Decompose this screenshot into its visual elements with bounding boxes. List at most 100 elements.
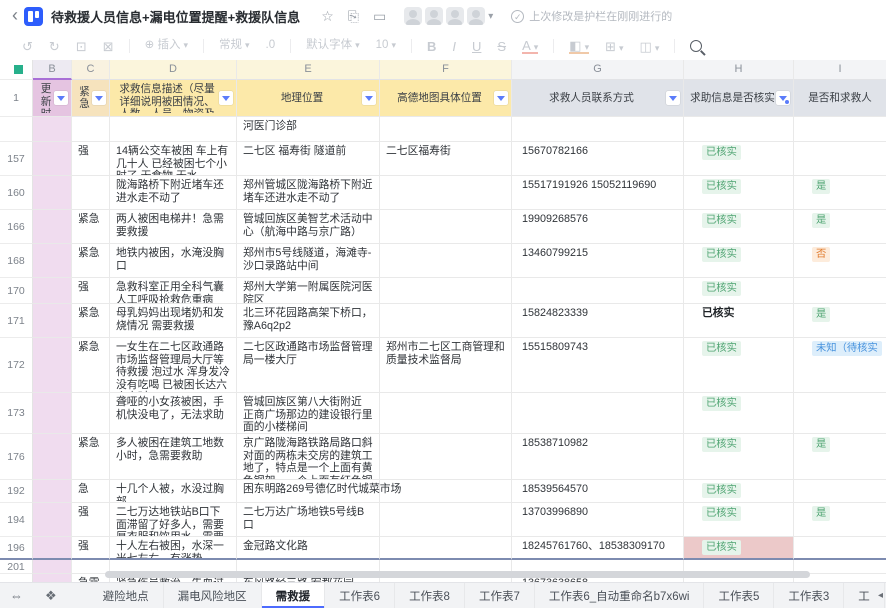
cell-F-170[interactable] [380, 278, 512, 304]
cell-C-160[interactable] [72, 176, 110, 210]
cell-I-172[interactable]: 未知（待核实 [794, 338, 886, 393]
cell-F-172[interactable]: 郑州市二七区工商管理和质量技术监督局 [380, 338, 512, 393]
filter-icon[interactable] [219, 91, 233, 105]
header-cell-I[interactable]: 是否和求救人 [794, 80, 886, 117]
cell-H-160[interactable]: 已核实 [684, 176, 794, 210]
avatar[interactable] [467, 7, 486, 25]
cell-D-partial[interactable] [110, 117, 237, 142]
row-header-166[interactable]: 166 [0, 210, 33, 244]
cell-H-196[interactable]: 已核实 [684, 537, 794, 560]
cell-H-173[interactable]: 已核实 [684, 393, 794, 434]
cell-I-196[interactable] [794, 537, 886, 560]
cell-H-168[interactable]: 已核实 [684, 244, 794, 278]
cell-C-194[interactable]: 强 [72, 503, 110, 537]
cell-C-201[interactable] [72, 560, 110, 574]
cell-B-192[interactable] [33, 480, 72, 503]
merge-cells-button[interactable]: ◫ ▾ [640, 40, 660, 53]
row-header-194[interactable]: 194 [0, 503, 33, 537]
cell-E-157[interactable]: 二七区 福寿街 隧道前 [237, 142, 380, 176]
cell-D-194[interactable]: 二七万达地铁站B口下面滞留了好多人，需要厚衣服和饮用水，需要救援 [110, 503, 237, 537]
cell-H-171[interactable]: 已核实 [684, 304, 794, 338]
fill-color-button[interactable]: ◧ ▾ [569, 39, 590, 54]
cell-B-194[interactable] [33, 503, 72, 537]
cell-B-171[interactable] [33, 304, 72, 338]
sheet-tab-工作表6_自动重命名b7x6wi[interactable]: 工作表6_自动重命名b7x6wi [535, 583, 705, 608]
cell-C-173[interactable] [72, 393, 110, 434]
header-cell-C[interactable]: 紧急 [72, 80, 110, 117]
cell-F-partial[interactable] [380, 117, 512, 142]
cell-E-173[interactable]: 管城回族区第八大街附近 正商广场那边的建设银行里面的小楼梯间 [237, 393, 380, 434]
cell-E-partial[interactable]: 河医门诊部 [237, 117, 380, 142]
cell-C-170[interactable]: 强 [72, 278, 110, 304]
avatar[interactable] [446, 7, 465, 25]
filter-icon[interactable] [92, 91, 106, 105]
cell-F-194[interactable] [380, 503, 512, 537]
cell-G-166[interactable]: 19909268576 [512, 210, 684, 244]
cell-G-194[interactable]: 13703996890 [512, 503, 684, 537]
cell-C-157[interactable]: 强 [72, 142, 110, 176]
italic-button[interactable]: I [452, 40, 456, 53]
decimal-icon[interactable]: .0 [266, 40, 276, 52]
cell-B-170[interactable] [33, 278, 72, 304]
row-header-1[interactable]: 1 [0, 80, 33, 117]
cell-G-partial[interactable] [512, 117, 684, 142]
column-letter-I[interactable]: I [794, 60, 886, 80]
sheet-tab-工作表8[interactable]: 工作表8 [395, 583, 465, 608]
header-cell-G[interactable]: 求救人员联系方式 [512, 80, 684, 117]
cell-B-196[interactable] [33, 537, 72, 560]
cell-H-176[interactable]: 已核实 [684, 434, 794, 480]
cell-D-196[interactable]: 十人左右被困，水深一米七左右，有涨势 [110, 537, 237, 560]
cell-G-173[interactable] [512, 393, 684, 434]
header-cell-D[interactable]: 求救信息描述（尽量详细说明被困情况、人数、人员、物资及时长等） [110, 80, 237, 117]
undo-icon[interactable]: ↺ [22, 40, 33, 53]
cell-I-192[interactable] [794, 480, 886, 503]
column-letter-B[interactable]: B [33, 60, 72, 80]
cell-H-172[interactable]: 已核实 [684, 338, 794, 393]
filter-icon[interactable] [362, 91, 376, 105]
sheet-tab-工作表3[interactable]: 工作表3 [774, 583, 845, 608]
cell-I-157[interactable] [794, 142, 886, 176]
horizontal-scrollbar[interactable] [105, 571, 810, 578]
cell-D-166[interactable]: 两人被困电梯井！急需要救援 [110, 210, 237, 244]
row-header-157[interactable]: 157 [0, 142, 33, 176]
cell-D-192[interactable]: 十几个人被，水没过胸部 [110, 480, 237, 503]
cell-C-166[interactable]: 紧急 [72, 210, 110, 244]
cell-E-196[interactable]: 金冠路文化路 [237, 537, 380, 560]
cell-G-157[interactable]: 15670782166 [512, 142, 684, 176]
cell-G-172[interactable]: 15515809743 [512, 338, 684, 393]
cell-C-192[interactable]: 急 [72, 480, 110, 503]
row-header-176[interactable]: 176 [0, 434, 33, 480]
column-letter-H[interactable]: H [684, 60, 794, 80]
cell-I-166[interactable]: 是 [794, 210, 886, 244]
sheet-tab-工作表5[interactable]: 工作表5 [704, 583, 775, 608]
bold-button[interactable]: B [427, 40, 436, 53]
cell-H-partial[interactable] [684, 117, 794, 142]
cell-F-166[interactable] [380, 210, 512, 244]
cell-I-194[interactable]: 是 [794, 503, 886, 537]
insert-button[interactable]: ⊕ 插入 ▾ [145, 40, 188, 52]
cell-F-160[interactable] [380, 176, 512, 210]
cell-E-192[interactable]: 困东明路269号德亿时代城菜市场 [237, 480, 401, 503]
cell-B-173[interactable] [33, 393, 72, 434]
row-header-168[interactable]: 168 [0, 244, 33, 278]
cell-E-166[interactable]: 管城回族区美智艺术活动中心（航海中路与京广路） [237, 210, 380, 244]
avatar[interactable] [425, 7, 444, 25]
cell-G-196[interactable]: 18245761760、18538309170 [512, 537, 684, 560]
sheet-tab-需救援[interactable]: 需救援 [261, 583, 326, 608]
cell-D-170[interactable]: 急救科室正用全科气囊人工呼吸抢救危重病人，撑不了多久 [110, 278, 237, 304]
cell-E-168[interactable]: 郑州市5号线隧道，海滩寺-沙口录路站中间 [237, 244, 380, 278]
cell-I-170[interactable] [794, 278, 886, 304]
cell-D-176[interactable]: 多人被困在建筑工地数小时，急需要救助 [110, 434, 237, 480]
header-cell-E[interactable]: 地理位置 [237, 80, 380, 117]
underline-button[interactable]: U [472, 40, 481, 53]
cell-B-172[interactable] [33, 338, 72, 393]
filter-icon[interactable] [666, 91, 680, 105]
cell-G-176[interactable]: 18538710982 [512, 434, 684, 480]
column-letter-D[interactable]: D [110, 60, 237, 80]
select-all-corner[interactable] [0, 60, 33, 80]
cell-B-166[interactable] [33, 210, 72, 244]
format-painter-icon[interactable]: ⊡ [76, 40, 87, 53]
row-header-partial[interactable] [0, 117, 33, 142]
cell-D-160[interactable]: 陇海路桥下附近堵车还进水走不动了 [110, 176, 237, 210]
cell-E-171[interactable]: 北三环花园路高架下桥口，豫A6q2p2 [237, 304, 380, 338]
